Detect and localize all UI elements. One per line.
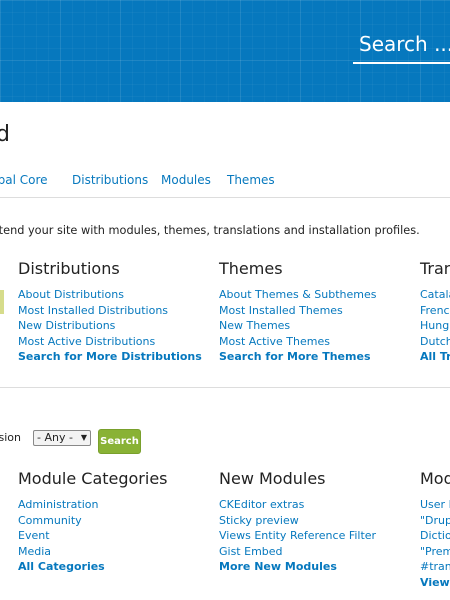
link-category-event[interactable]: Event xyxy=(18,528,168,544)
version-filter-label: rsion xyxy=(0,431,22,444)
chevron-down-icon: ▼ xyxy=(80,433,87,442)
divider xyxy=(0,197,450,198)
search-button[interactable]: Search xyxy=(98,429,141,454)
version-select[interactable]: - Any - ▼ xyxy=(33,430,91,446)
link-translation-french[interactable]: Frenc xyxy=(420,303,450,319)
page-title: d xyxy=(0,122,10,147)
link-search-more-themes[interactable]: Search for More Themes xyxy=(219,349,376,365)
accent-bar xyxy=(0,290,4,314)
link-search-more-distributions[interactable]: Search for More Distributions xyxy=(18,349,202,365)
module-categories-heading: Module Categories xyxy=(18,469,168,488)
module-news-section: Mod User R "Drup Dictio "Prem #tran View xyxy=(420,469,450,590)
version-select-value: - Any - xyxy=(37,431,73,444)
new-modules-heading: New Modules xyxy=(219,469,326,488)
link-new-distributions[interactable]: New Distributions xyxy=(18,318,202,334)
link-most-active-themes[interactable]: Most Active Themes xyxy=(219,334,376,350)
link-module-gist-embed[interactable]: Gist Embed xyxy=(219,544,376,560)
link-module-views-entity-reference-filter[interactable]: Views Entity Reference Filter xyxy=(219,528,376,544)
link-most-installed-themes[interactable]: Most Installed Themes xyxy=(219,303,376,319)
translations-section: Tran Catala Frenc Hung Dutch All Tr xyxy=(420,259,450,365)
link-translation-catalan[interactable]: Catala xyxy=(420,287,450,303)
link-category-administration[interactable]: Administration xyxy=(18,497,168,513)
module-categories-section: Module Categories Administration Communi… xyxy=(18,469,168,575)
translations-heading: Tran xyxy=(420,259,450,278)
link-all-translations[interactable]: All Tr xyxy=(420,349,450,365)
themes-section: Themes About Themes & Subthemes Most Ins… xyxy=(219,259,376,365)
link-most-active-distributions[interactable]: Most Active Distributions xyxy=(18,334,202,350)
tab-drupal-core[interactable]: upal Core xyxy=(0,173,48,187)
link-more-new-modules[interactable]: More New Modules xyxy=(219,559,376,575)
link-new-themes[interactable]: New Themes xyxy=(219,318,376,334)
link-view-all[interactable]: View xyxy=(420,575,450,591)
link-translation-dutch[interactable]: Dutch xyxy=(420,334,450,350)
module-news-heading: Mod xyxy=(420,469,450,488)
intro-text: xtend your site with modules, themes, tr… xyxy=(0,224,420,237)
link-category-media[interactable]: Media xyxy=(18,544,168,560)
link-news-item[interactable]: Dictio xyxy=(420,528,450,544)
distributions-section: Distributions About Distributions Most I… xyxy=(18,259,202,365)
link-module-ckeditor-extras[interactable]: CKEditor extras xyxy=(219,497,376,513)
tab-modules[interactable]: Modules xyxy=(161,173,211,187)
link-category-community[interactable]: Community xyxy=(18,513,168,529)
link-news-item[interactable]: "Prem xyxy=(420,544,450,560)
link-news-item[interactable]: #tran xyxy=(420,559,450,575)
site-header xyxy=(0,0,450,102)
themes-heading: Themes xyxy=(219,259,283,278)
search-input[interactable] xyxy=(353,26,450,64)
tab-distributions[interactable]: Distributions xyxy=(72,173,148,187)
link-about-themes[interactable]: About Themes & Subthemes xyxy=(219,287,376,303)
link-translation-hungarian[interactable]: Hung xyxy=(420,318,450,334)
distributions-heading: Distributions xyxy=(18,259,120,278)
tab-themes[interactable]: Themes xyxy=(227,173,275,187)
divider xyxy=(0,387,450,388)
link-news-item[interactable]: "Drup xyxy=(420,513,450,529)
new-modules-section: New Modules CKEditor extras Sticky previ… xyxy=(219,469,376,575)
link-all-categories[interactable]: All Categories xyxy=(18,559,168,575)
link-news-item[interactable]: User R xyxy=(420,497,450,513)
link-most-installed-distributions[interactable]: Most Installed Distributions xyxy=(18,303,202,319)
link-about-distributions[interactable]: About Distributions xyxy=(18,287,202,303)
link-module-sticky-preview[interactable]: Sticky preview xyxy=(219,513,376,529)
